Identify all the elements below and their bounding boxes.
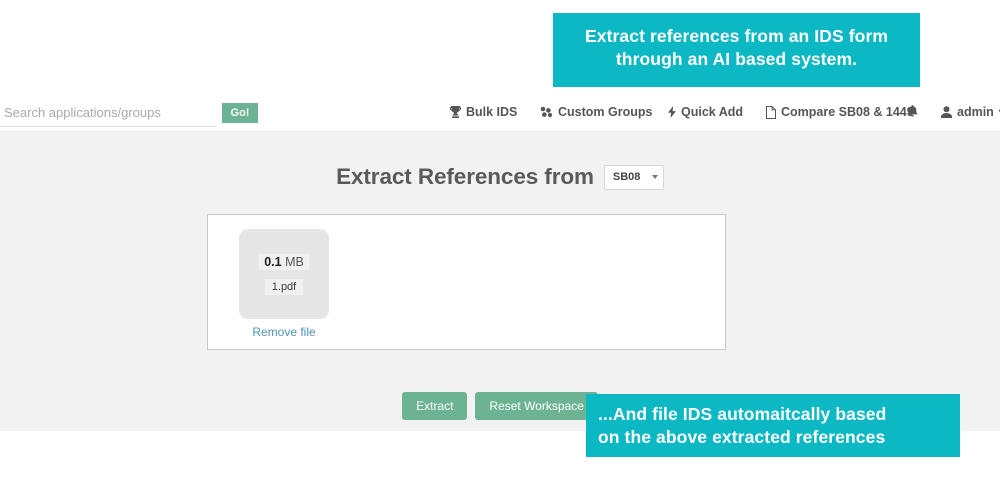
- annotation-callout-bottom-line1: ...And file IDS automaitcally based: [598, 404, 887, 424]
- bolt-icon: [668, 106, 676, 118]
- file-size-value: 0.1: [264, 254, 282, 269]
- annotation-callout-top: Extract references from an IDS form thro…: [553, 13, 920, 87]
- annotation-callout-top-line2: through an AI based system.: [615, 48, 858, 69]
- nav-item-quick-add[interactable]: Quick Add: [668, 105, 743, 119]
- sitemap-icon: [539, 106, 553, 118]
- file-card[interactable]: 0.1 MB 1.pdf: [239, 229, 329, 319]
- chevron-down-icon: [651, 175, 658, 179]
- file-dropzone[interactable]: 0.1 MB 1.pdf Remove file: [207, 214, 726, 350]
- annotation-callout-top-line1: Extract references from an IDS form: [584, 26, 889, 46]
- application-select-value: SB08: [612, 171, 641, 183]
- remove-file-link[interactable]: Remove file: [239, 325, 329, 339]
- user-menu-label: admin: [957, 105, 994, 119]
- search-go-button[interactable]: Go!: [222, 103, 258, 123]
- nav-item-quick-add-label: Quick Add: [681, 105, 744, 119]
- nav-item-custom-groups[interactable]: Custom Groups: [539, 105, 652, 119]
- nav-item-compare-label: Compare SB08 & 1449: [781, 105, 914, 119]
- nav-item-bulk-ids[interactable]: Bulk IDS: [450, 105, 517, 119]
- application-select[interactable]: SB08: [603, 164, 664, 190]
- nav-item-bulk-ids-label: Bulk IDS: [466, 105, 518, 119]
- bell-icon: [907, 105, 918, 117]
- extract-button[interactable]: Extract: [402, 392, 468, 420]
- page-title: Extract References from: [336, 164, 594, 189]
- search-input[interactable]: [0, 99, 216, 127]
- file-size-unit: MB: [285, 254, 304, 269]
- app-screenshot: Extract references from an IDS form thro…: [0, 0, 1000, 500]
- main-content-area: Extract References from SB08 0.1 MB 1.pd…: [0, 132, 1000, 431]
- file-name-label: 1.pdf: [264, 278, 304, 295]
- nav-item-custom-groups-label: Custom Groups: [558, 105, 653, 119]
- user-icon: [941, 106, 952, 118]
- trophy-icon: [450, 106, 461, 118]
- file-pdf-icon: [766, 105, 776, 119]
- annotation-callout-bottom: ...And file IDS automaitcally based on t…: [586, 394, 960, 457]
- nav-item-compare[interactable]: Compare SB08 & 1449: [766, 105, 914, 119]
- reset-workspace-button[interactable]: Reset Workspace: [475, 392, 598, 420]
- file-size-label: 0.1 MB: [259, 253, 309, 270]
- user-menu[interactable]: admin ▾: [941, 105, 1000, 119]
- page-heading: Extract References from SB08: [0, 164, 1000, 190]
- notifications-button[interactable]: [907, 105, 918, 117]
- annotation-callout-bottom-line2: on the above extracted references: [598, 426, 886, 447]
